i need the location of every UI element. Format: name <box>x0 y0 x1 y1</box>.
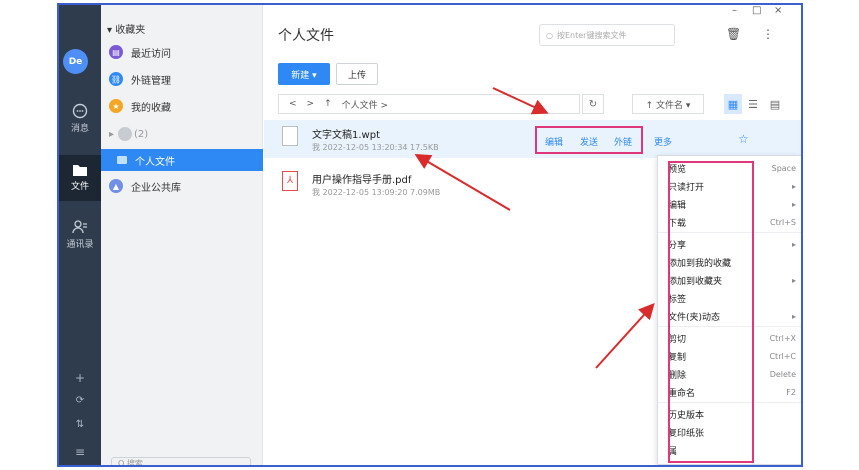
search-icon: ○ <box>546 30 553 40</box>
file-meta: 我 2022-12-05 13:20:34 17.5KB <box>312 143 439 152</box>
menu-item-shortcut: Ctrl+S <box>769 218 796 227</box>
menu-item-shortcut: Space <box>771 164 796 173</box>
menu-item-shortcut: ▸ <box>791 240 796 249</box>
avatar[interactable]: De <box>63 49 88 74</box>
panel-selected-label: 个人文件 <box>135 156 175 168</box>
external-link-action[interactable]: 外链 <box>614 135 632 148</box>
panel-search-input[interactable]: Q 搜索 <box>111 457 251 467</box>
plus-icon[interactable]: + <box>59 371 101 385</box>
back-icon[interactable]: < <box>289 99 297 109</box>
new-button[interactable]: 新建 ▾ <box>278 63 330 85</box>
close-button[interactable]: × <box>774 5 782 16</box>
panel-item-links[interactable]: ⛓ 外链管理 <box>109 68 259 90</box>
main-area: 个人文件 – □ × ○ 按Enter键搜索文件 🗑 ⋮ 新建 ▾ 上传 < >… <box>264 5 801 465</box>
rail-item-messages[interactable]: 消息 <box>59 99 101 135</box>
group-count: (2) <box>134 128 149 140</box>
folder-icon <box>73 165 87 176</box>
sync-icon[interactable]: ⟳ <box>59 395 101 406</box>
path-bar: < > ↑ 个人文件 > <box>278 94 580 114</box>
app-window: De 消息 文件 通讯录 + ⟳ ⇅ ≡ ▾ 收藏夹 ▤ 最近访问 ⛓ 外链管理 <box>57 3 803 467</box>
favorites-header[interactable]: ▾ 收藏夹 <box>107 21 145 36</box>
favorite-star-icon[interactable]: ☆ <box>738 132 749 146</box>
forward-icon[interactable]: > <box>307 99 315 109</box>
pdf-icon: ⅄ <box>282 171 298 191</box>
more-action[interactable]: 更多 <box>654 135 672 148</box>
transfer-icon[interactable]: ⇅ <box>59 419 101 430</box>
document-icon <box>282 126 298 146</box>
menu-icon[interactable]: ≡ <box>59 445 101 459</box>
panel-group[interactable]: ▸ (2) <box>109 123 259 145</box>
menu-highlight-box <box>668 161 754 463</box>
page-title: 个人文件 <box>278 28 334 44</box>
rail-label-contacts: 通讯录 <box>66 240 94 250</box>
panel-search-placeholder: Q 搜索 <box>118 459 143 467</box>
search-placeholder: 按Enter键搜索文件 <box>556 30 627 40</box>
menu-item-shortcut: Delete <box>769 370 796 379</box>
menu-item-shortcut: ▸ <box>791 182 796 191</box>
personal-folder-icon <box>117 156 127 164</box>
panel-item-favorites-label: 我的收藏 <box>131 102 171 114</box>
file-row[interactable]: 文字文稿1.wpt 我 2022-12-05 13:20:34 17.5KB <box>264 120 801 158</box>
panel-item-enterprise-label: 企业公共库 <box>131 182 181 194</box>
navigation-panel: ▾ 收藏夹 ▤ 最近访问 ⛓ 外链管理 ★ 我的收藏 ▸ (2) 个人文件 ▲ … <box>101 5 263 465</box>
file-meta: 我 2022-12-05 13:09:20 7.09MB <box>312 188 441 197</box>
edit-action[interactable]: 编辑 <box>545 135 563 148</box>
menu-item-shortcut: ▸ <box>791 312 796 321</box>
search-input[interactable]: ○ 按Enter键搜索文件 <box>539 24 675 46</box>
panel-item-links-label: 外链管理 <box>131 75 171 87</box>
menu-item-shortcut: F2 <box>786 388 796 397</box>
group-avatar-icon <box>118 127 133 141</box>
star-badge-icon: ★ <box>109 99 123 113</box>
panel-item-recent-label: 最近访问 <box>131 48 171 60</box>
grid-view-icon[interactable]: ▦ <box>724 94 742 114</box>
menu-item-shortcut: ▸ <box>791 276 796 285</box>
rail-item-files[interactable]: 文件 <box>59 155 101 201</box>
menu-item-shortcut: ▸ <box>791 200 796 209</box>
breadcrumb[interactable]: 个人文件 > <box>342 98 388 111</box>
more-vertical-icon[interactable]: ⋮ <box>762 27 774 41</box>
sort-dropdown[interactable]: ↑ 文件名 ▾ <box>632 94 704 114</box>
up-icon[interactable]: ↑ <box>324 99 332 109</box>
avatar-initials: De <box>68 56 83 67</box>
menu-item-shortcut: Ctrl+C <box>769 352 796 361</box>
minimize-button[interactable]: – <box>732 5 737 16</box>
rail-label-files: 文件 <box>70 182 89 192</box>
favorites-title: 收藏夹 <box>115 25 146 36</box>
trash-icon[interactable]: 🗑 <box>726 27 741 41</box>
rail-item-contacts[interactable]: 通讯录 <box>59 217 101 253</box>
upload-button[interactable]: 上传 <box>336 63 378 85</box>
send-action[interactable]: 发送 <box>580 135 598 148</box>
panel-item-enterprise[interactable]: ▲ 企业公共库 <box>109 175 259 197</box>
menu-item-shortcut: Ctrl+X <box>769 334 796 343</box>
recent-icon: ▤ <box>109 45 123 59</box>
contacts-icon <box>72 220 87 234</box>
rail-label-messages: 消息 <box>70 124 89 134</box>
detail-view-icon[interactable]: ▤ <box>766 94 784 114</box>
file-name: 文字文稿1.wpt <box>312 130 380 141</box>
left-rail: De 消息 文件 通讯录 + ⟳ ⇅ ≡ <box>59 5 101 465</box>
refresh-icon[interactable]: ↻ <box>582 94 604 114</box>
file-name: 用户操作指导手册.pdf <box>312 175 412 186</box>
maximize-button[interactable]: □ <box>752 5 761 16</box>
panel-item-recent[interactable]: ▤ 最近访问 <box>109 41 259 63</box>
link-icon: ⛓ <box>109 72 123 86</box>
enterprise-icon: ▲ <box>109 179 123 193</box>
list-view-icon[interactable]: ☰ <box>744 94 762 114</box>
panel-item-personal-files[interactable]: 个人文件 <box>101 149 263 171</box>
chat-icon <box>72 103 88 119</box>
panel-item-favorites[interactable]: ★ 我的收藏 <box>109 95 259 117</box>
